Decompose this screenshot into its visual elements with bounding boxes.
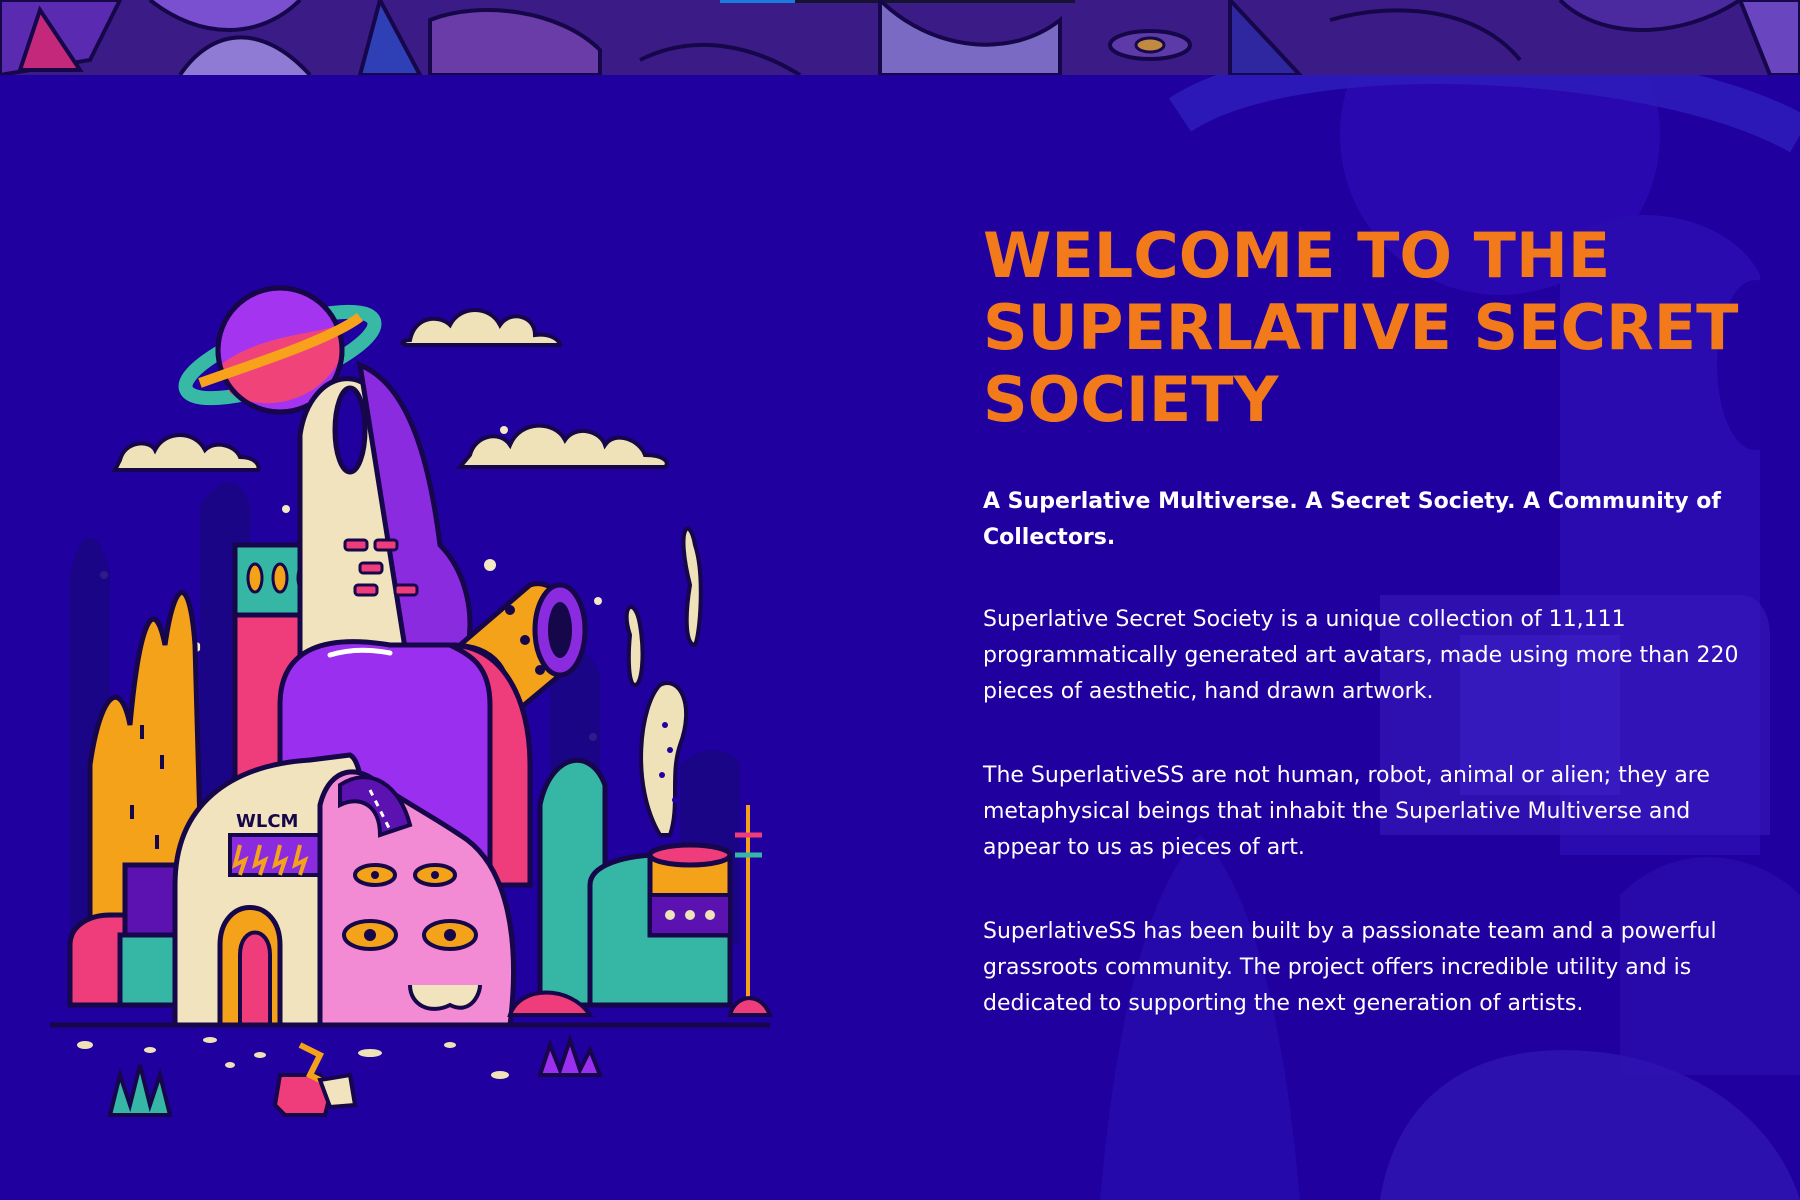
about-section: WLCM WELCOME TO THE SUPERLATIVE SECRET S… [0,75,1800,1200]
paragraph-team-community: SuperlativeSS has been built by a passio… [983,919,1717,1016]
section-heading: WELCOME TO THE SUPERLATIVE SECRET SOCIET… [983,219,1739,436]
tagline: A Superlative Multiverse. A Secret Socie… [983,489,1721,550]
about-content: WELCOME TO THE SUPERLATIVE SECRET SOCIET… [983,220,1753,1022]
hero-illustration: WLCM [30,245,800,1125]
paragraph-collection-description: Superlative Secret Society is a unique c… [983,607,1739,704]
paragraph-superlativess-nature: The SuperlativeSS are not human, robot, … [983,763,1710,860]
wlcm-sign: WLCM [236,811,298,832]
header-banner-image [0,0,1800,75]
